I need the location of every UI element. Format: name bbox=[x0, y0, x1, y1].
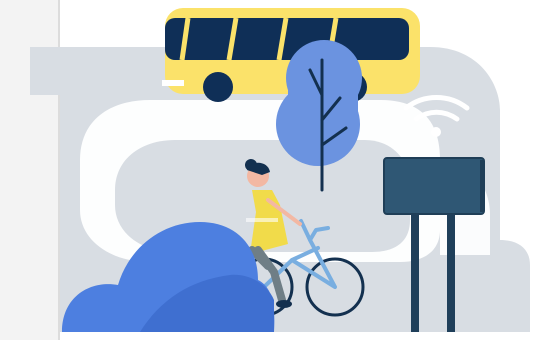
illustration-page bbox=[0, 0, 538, 340]
transit-illustration bbox=[30, 8, 530, 332]
